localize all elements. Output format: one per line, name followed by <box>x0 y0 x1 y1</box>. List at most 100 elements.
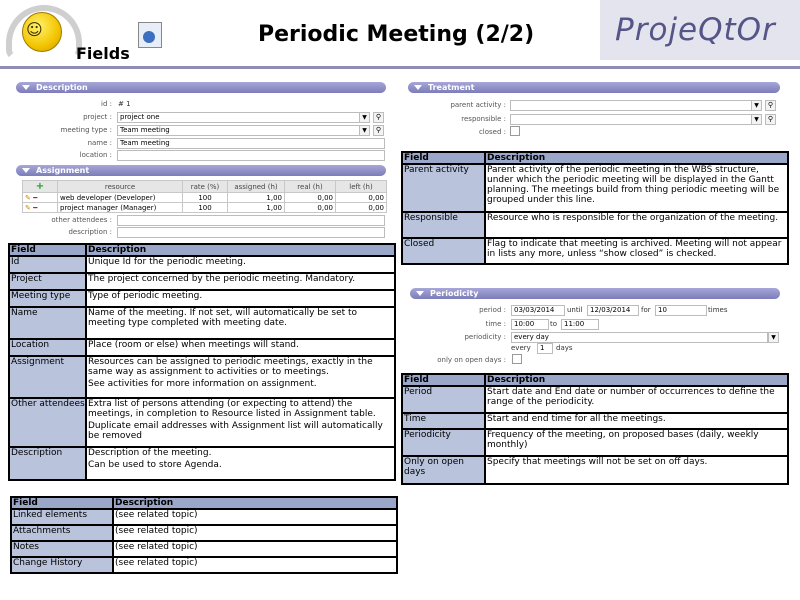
assigned-cell: 1,00 <box>227 192 285 203</box>
field-cell: Responsible <box>401 211 486 239</box>
table-row: Id Unique Id for the periodic meeting. <box>8 255 396 274</box>
treatment-description-table: Field Description Parent activity Parent… <box>401 151 789 265</box>
column-header: left (h) <box>335 180 387 193</box>
table-row: Period Start date and End date or number… <box>401 385 789 414</box>
for-label: for <box>641 306 651 314</box>
real-cell: 0,00 <box>284 192 336 203</box>
field-cell: Other attendees <box>8 397 87 448</box>
field-header: Field <box>10 496 114 510</box>
closed-checkbox[interactable] <box>510 126 520 136</box>
edit-icon[interactable]: ✎ <box>25 204 31 212</box>
field-cell: Name <box>8 306 87 340</box>
table-row: Time Start and end time for all the meet… <box>401 412 789 430</box>
chevron-down-icon[interactable]: ▼ <box>768 332 779 343</box>
period-end-input[interactable]: 12/03/2014 <box>587 305 639 316</box>
until-label: until <box>567 306 583 314</box>
description-cell: (see related topic) <box>112 524 398 542</box>
name-input[interactable]: Team meeting <box>117 138 385 149</box>
edit-icon[interactable]: ✎ <box>25 194 31 202</box>
description-header: Description <box>484 151 789 165</box>
table-row: ✎ ━ project manager (Manager) 100 1,00 0… <box>22 202 387 213</box>
time-start-input[interactable]: 10:00 <box>511 319 549 330</box>
table-row: ✎ ━ web developer (Developer) 100 1,00 0… <box>22 192 387 203</box>
assigned-cell: 1,00 <box>227 202 285 213</box>
responsible-label: responsible : <box>461 115 506 123</box>
description-text: Resources can be assigned to periodic me… <box>88 357 373 377</box>
field-cell: Closed <box>401 237 486 265</box>
location-input[interactable] <box>117 150 385 161</box>
description-cell: Unique Id for the periodic meeting. <box>85 255 396 274</box>
search-icon[interactable]: ⚲ <box>373 125 384 136</box>
report-icon <box>138 22 162 48</box>
description-cell: Type of periodic meeting. <box>85 289 396 308</box>
table-row: Responsible Resource who is responsible … <box>401 211 789 239</box>
description-header: Description <box>85 243 396 257</box>
search-icon[interactable]: ⚲ <box>765 100 776 111</box>
grid-header-row: + resource rate (%) assigned (h) real (h… <box>22 180 387 193</box>
resource-cell: project manager (Manager) <box>57 202 183 213</box>
table-row: Location Place (room or else) when meeti… <box>8 338 396 357</box>
header-separator <box>0 66 800 69</box>
chevron-down-icon[interactable]: ▼ <box>751 114 762 125</box>
field-cell: Only on open days <box>401 455 486 485</box>
assignment-section-header[interactable]: Assignment <box>16 165 386 176</box>
table-header-row: Field Description <box>401 373 789 387</box>
only-open-days-checkbox[interactable] <box>512 354 522 364</box>
treatment-section-header[interactable]: Treatment <box>408 82 780 93</box>
time-end-input[interactable]: 11:00 <box>561 319 599 330</box>
remove-icon[interactable]: ━ <box>33 204 37 212</box>
chevron-down-icon[interactable]: ▼ <box>359 125 370 136</box>
smiley-face-icon: ☺ <box>26 20 43 39</box>
description-input[interactable] <box>117 227 385 238</box>
field-cell: Change History <box>10 556 114 574</box>
table-header-row: Field Description <box>401 151 789 165</box>
table-row: Description Description of the meeting. … <box>8 446 396 481</box>
table-row: Closed Flag to indicate that meeting is … <box>401 237 789 265</box>
remove-icon[interactable]: ━ <box>33 194 37 202</box>
description-text: Duplicate email addresses with Assignmen… <box>88 421 383 441</box>
search-icon[interactable]: ⚲ <box>373 112 384 123</box>
description-cell: (see related topic) <box>112 508 398 526</box>
description-section-header[interactable]: Description <box>16 82 386 93</box>
description-text: See activities for more information on a… <box>88 379 317 389</box>
add-assignment-cell[interactable]: + <box>22 180 58 193</box>
left-cell: 0,00 <box>335 192 387 203</box>
every-input[interactable]: 1 <box>537 343 553 354</box>
field-header: Field <box>401 373 486 387</box>
periodicity-section-header[interactable]: Periodicity <box>410 288 780 299</box>
description-text: The project concerned by the periodic me… <box>88 274 356 284</box>
fields-label: Fields <box>76 44 130 63</box>
id-value: # 1 <box>118 100 131 108</box>
chevron-down-icon[interactable]: ▼ <box>359 112 370 123</box>
collapse-icon <box>22 168 30 173</box>
period-start-input[interactable]: 03/03/2014 <box>511 305 565 316</box>
search-icon[interactable]: ⚲ <box>765 114 776 125</box>
name-label: name : <box>87 139 112 147</box>
description-cell: Resources can be assigned to periodic me… <box>85 355 396 399</box>
project-select[interactable]: project one <box>117 112 361 123</box>
parent-activity-label: parent activity : <box>450 101 506 109</box>
meeting-type-select[interactable]: Team meeting <box>117 125 361 136</box>
description-cell: Flag to indicate that meeting is archive… <box>484 237 789 265</box>
responsible-select[interactable] <box>510 114 752 125</box>
brand-logo: ProjeQtOr <box>615 12 776 48</box>
closed-label: closed : <box>478 128 506 136</box>
field-cell: Location <box>8 338 87 357</box>
parent-activity-select[interactable] <box>510 100 752 111</box>
field-cell: Period <box>401 385 486 414</box>
only-open-days-label: only on open days : <box>437 356 506 364</box>
table-row: Change History (see related topic) <box>10 556 398 574</box>
column-header: assigned (h) <box>227 180 285 193</box>
chevron-down-icon[interactable]: ▼ <box>751 100 762 111</box>
to-label: to <box>550 320 558 328</box>
description-cell: The project concerned by the periodic me… <box>85 272 396 291</box>
periodicity-select[interactable]: every day <box>511 332 768 343</box>
column-header: real (h) <box>284 180 336 193</box>
add-icon[interactable]: + <box>36 181 44 192</box>
fields-description-table: Field Description Id Unique Id for the p… <box>8 243 396 481</box>
for-input[interactable]: 10 <box>655 305 707 316</box>
other-attendees-input[interactable] <box>117 215 385 226</box>
description-cell: Place (room or else) when meetings will … <box>85 338 396 357</box>
description-text: Type of periodic meeting. <box>88 291 203 301</box>
field-cell: Description <box>8 446 87 481</box>
